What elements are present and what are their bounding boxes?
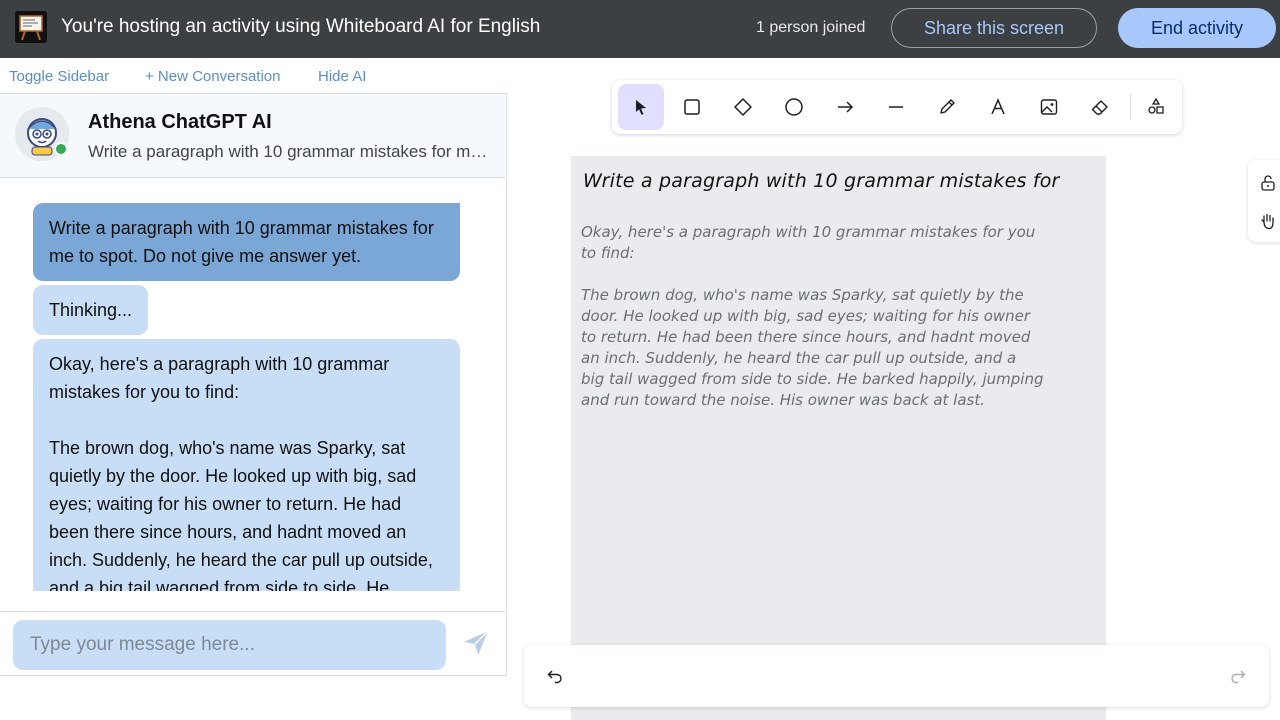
text-tool-icon[interactable] xyxy=(975,84,1021,130)
chat-header: Athena ChatGPT AI Write a paragraph with… xyxy=(0,94,505,178)
end-activity-button[interactable]: End activity xyxy=(1118,8,1276,48)
share-screen-button[interactable]: Share this screen xyxy=(891,8,1097,48)
image-tool-icon[interactable] xyxy=(1026,84,1072,130)
chat-links-bar: Toggle Sidebar + New Conversation Hide A… xyxy=(0,66,506,88)
arrow-tool-icon[interactable] xyxy=(822,84,868,130)
diamond-tool-icon[interactable] xyxy=(720,84,766,130)
message-list[interactable]: Write a paragraph with 10 grammar mistak… xyxy=(0,179,505,591)
hide-ai-link[interactable]: Hide AI xyxy=(318,68,366,85)
bot-name: Athena ChatGPT AI xyxy=(88,111,272,133)
redo-icon[interactable] xyxy=(1227,665,1249,687)
whiteboard-title-text[interactable]: Write a paragraph with 10 grammar mistak… xyxy=(583,170,1103,192)
toggle-sidebar-link[interactable]: Toggle Sidebar xyxy=(9,68,109,85)
hosting-status-text: You're hosting an activity using Whitebo… xyxy=(61,16,541,37)
whiteboard-canvas-frame[interactable]: Write a paragraph with 10 grammar mistak… xyxy=(571,156,1106,720)
online-status-dot xyxy=(54,142,68,156)
line-tool-icon[interactable] xyxy=(873,84,919,130)
user-message: Write a paragraph with 10 grammar mistak… xyxy=(33,203,460,281)
select-tool-icon[interactable] xyxy=(618,84,664,130)
undo-icon[interactable] xyxy=(544,665,566,687)
toolbar-divider xyxy=(1130,94,1131,120)
drawing-toolbar xyxy=(612,80,1182,134)
message-input[interactable] xyxy=(13,620,446,670)
message-composer xyxy=(0,611,505,675)
new-conversation-link[interactable]: + New Conversation xyxy=(145,68,280,85)
whiteboard-app-logo xyxy=(15,11,47,43)
hand-pan-icon[interactable] xyxy=(1256,210,1280,234)
rectangle-tool-icon[interactable] xyxy=(669,84,715,130)
history-bar xyxy=(524,645,1269,707)
participants-count: 1 person joined xyxy=(756,19,866,36)
unlock-icon[interactable] xyxy=(1256,172,1280,196)
conversation-preview: Write a paragraph with 10 grammar mistak… xyxy=(88,142,488,161)
send-icon[interactable] xyxy=(460,628,492,660)
bot-reply-message: Okay, here's a paragraph with 10 grammar… xyxy=(33,339,460,591)
eraser-tool-icon[interactable] xyxy=(1077,84,1123,130)
chat-panel: Athena ChatGPT AI Write a paragraph with… xyxy=(0,93,507,676)
pencil-tool-icon[interactable] xyxy=(924,84,970,130)
more-shapes-icon[interactable] xyxy=(1133,84,1179,130)
ellipse-tool-icon[interactable] xyxy=(771,84,817,130)
hosting-bar: You're hosting an activity using Whitebo… xyxy=(0,0,1280,58)
thinking-message: Thinking... xyxy=(33,285,149,335)
whiteboard-body-text[interactable]: Okay, here's a paragraph with 10 grammar… xyxy=(581,222,1096,411)
canvas-side-tools xyxy=(1248,160,1280,242)
